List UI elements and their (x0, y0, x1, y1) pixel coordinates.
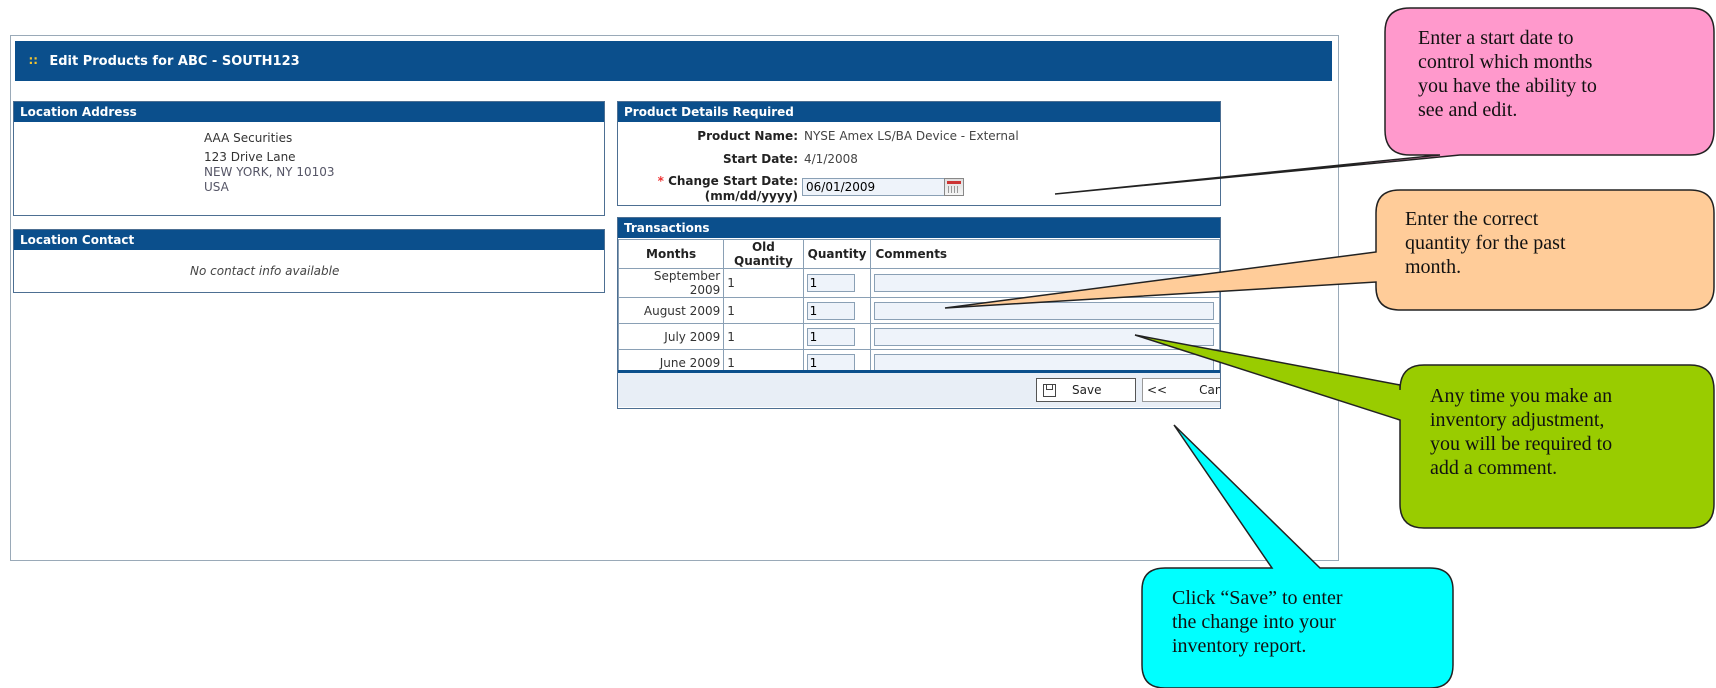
callout-line: Enter the correct (1405, 208, 1539, 230)
callout-line: you have the ability to (1418, 75, 1597, 97)
callout-line: inventory adjustment, (1430, 409, 1605, 431)
callout-line: add a comment. (1430, 457, 1558, 479)
callout-line: Enter a start date to (1418, 27, 1574, 49)
callout-line: Click “Save” to enter (1172, 587, 1343, 609)
comment-callout-text: Any time you make an inventory adjustmen… (1430, 384, 1612, 480)
callout-line: inventory report. (1172, 635, 1307, 657)
callout-line: see and edit. (1418, 99, 1518, 121)
quantity-callout-bubble (944, 189, 1715, 311)
comment-callout-bubble (1134, 334, 1715, 529)
callout-line: you will be required to (1430, 433, 1613, 455)
start-date-callout-text: Enter a start date to control which mont… (1418, 26, 1597, 122)
start-date-callout-bubble (1054, 7, 1715, 195)
callout-line: Any time you make an (1430, 385, 1613, 407)
callout-line: the change into your (1172, 611, 1336, 633)
callout-line: month. (1405, 256, 1462, 278)
callout-line: quantity for the past (1405, 232, 1566, 254)
save-callout-text: Click “Save” to enter the change into yo… (1172, 586, 1343, 658)
quantity-callout-text: Enter the correct quantity for the past … (1405, 207, 1566, 279)
callout-line: control which months (1418, 51, 1593, 73)
